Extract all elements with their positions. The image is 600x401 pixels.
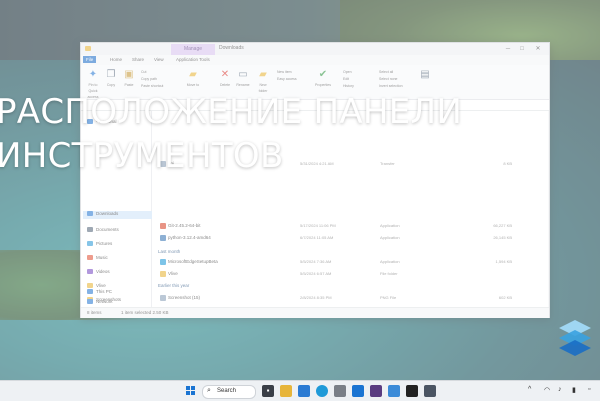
file-explorer-window: Manage Downloads ─ □ ✕ File Home Share V… — [80, 42, 550, 318]
pin-icon: ✦ — [88, 69, 98, 80]
terminal-icon[interactable] — [406, 385, 418, 397]
tab-application-tools[interactable]: Application Tools — [173, 56, 213, 63]
document-icon: ▤ — [420, 69, 430, 80]
properties-icon: ✔ — [318, 69, 328, 80]
nav-pictures[interactable]: Pictures — [87, 241, 112, 249]
windows-start-icon[interactable] — [186, 386, 196, 396]
group-header-earlier-this-year[interactable]: Earlier this year — [158, 283, 189, 288]
layers-logo-icon — [559, 320, 591, 356]
manage-context-tab[interactable]: Manage — [171, 44, 215, 55]
status-bar: 8 items 1 item selected 2.50 KB — [81, 307, 549, 318]
computer-icon — [87, 289, 93, 295]
select-none-button[interactable]: Select none — [379, 77, 398, 81]
speaker-icon[interactable]: ♪ — [558, 386, 562, 393]
file-explorer-icon[interactable] — [280, 385, 292, 397]
chevron-up-icon[interactable]: ^ — [528, 386, 531, 393]
tab-view[interactable]: View — [151, 56, 167, 63]
task-view-icon[interactable]: ▪ — [262, 385, 274, 397]
selection-info: 1 item selected 2.50 KB — [121, 310, 169, 315]
copy-icon: ❐ — [106, 69, 116, 80]
app-icon[interactable] — [424, 385, 436, 397]
network-icon — [87, 299, 93, 305]
headline-line-1: РАСПОЛОЖЕНИЕ ПАНЕЛИ — [0, 92, 463, 132]
new-folder-icon: ▰ — [259, 69, 267, 80]
group-header-last-month[interactable]: Last month — [158, 249, 180, 254]
easy-access-button[interactable]: Easy access — [277, 77, 297, 81]
wifi-icon[interactable]: ◠ — [544, 386, 550, 394]
nav-downloads[interactable]: Downloads — [83, 211, 153, 219]
music-icon — [87, 255, 93, 261]
table-row[interactable]: Screenshot (15) 2/8/2024 8:35 PM PNG Fil… — [152, 293, 548, 303]
history-button[interactable]: History — [343, 84, 354, 88]
folder-icon — [87, 283, 93, 289]
paste-icon: ▣ — [124, 69, 134, 80]
table-row[interactable]: MicrosoftEdgeSetupBeta 5/5/2024 7:36 AM … — [152, 257, 548, 267]
close-icon[interactable]: ✕ — [531, 44, 545, 54]
taskbar-search[interactable]: ⌕ Search — [202, 385, 256, 399]
tab-home[interactable]: Home — [107, 56, 125, 63]
app-icon[interactable] — [388, 385, 400, 397]
invert-selection-button[interactable]: Invert selection — [379, 84, 403, 88]
properties-button[interactable]: ✔ Properties — [315, 69, 331, 88]
minimize-icon[interactable]: ─ — [501, 44, 515, 54]
document-icon — [87, 227, 93, 233]
download-icon — [87, 211, 93, 217]
nav-music[interactable]: Music — [87, 255, 108, 263]
cut-button[interactable]: Cut — [141, 70, 146, 74]
search-icon: ⌕ — [207, 387, 211, 394]
image-file-icon — [160, 295, 166, 301]
move-to-button[interactable]: ▰ Move to — [185, 69, 201, 88]
store-icon[interactable] — [298, 385, 310, 397]
taskbar: ⌕ Search ▪ ^ ◠ ♪ ▮ ▫ — [0, 380, 600, 401]
view-document-button[interactable]: ▤ — [417, 69, 433, 82]
application-icon — [160, 235, 166, 241]
application-icon — [160, 223, 166, 229]
headline-line-2: ИНСТРУМЕНТОВ — [0, 136, 284, 176]
rename-button[interactable]: ▭ Rename — [235, 69, 251, 88]
edge-icon — [160, 259, 166, 265]
video-icon — [87, 269, 93, 275]
delete-button[interactable]: ✕ Delete — [217, 69, 233, 88]
item-count: 8 items — [87, 310, 102, 315]
tab-file[interactable]: File — [83, 56, 97, 63]
copy-path-button[interactable]: Copy path — [141, 77, 157, 81]
table-row[interactable]: Git-2.45.2-64-bit 5/17/2024 11:06 PM App… — [152, 221, 548, 231]
new-item-button[interactable]: New item — [277, 70, 292, 74]
window-title: Downloads — [219, 45, 244, 51]
app-icon[interactable] — [370, 385, 382, 397]
picture-icon — [87, 241, 93, 247]
rename-icon: ▭ — [238, 69, 248, 80]
table-row[interactable]: python-3.12.4-amd64 6/7/2024 11:05 AM Ap… — [152, 233, 548, 243]
paste-button[interactable]: ▣ Paste — [121, 69, 137, 88]
tab-share[interactable]: Share — [129, 56, 147, 63]
title-bar[interactable]: Manage Downloads ─ □ ✕ — [81, 43, 549, 55]
settings-icon[interactable] — [334, 385, 346, 397]
delete-icon: ✕ — [220, 69, 230, 80]
open-button[interactable]: Open — [343, 70, 352, 74]
nav-this-pc[interactable]: This PC — [87, 289, 112, 297]
copy-button[interactable]: ❐ Copy — [103, 69, 119, 88]
folder-icon — [85, 46, 91, 51]
edge-icon[interactable] — [316, 385, 328, 397]
edit-button[interactable]: Edit — [343, 77, 349, 81]
notification-icon[interactable]: ▫ — [588, 386, 590, 393]
maximize-icon[interactable]: □ — [515, 44, 529, 54]
headline: РАСПОЛОЖЕНИЕ ПАНЕЛИ ИНСТРУМЕНТОВ — [0, 90, 600, 178]
table-row[interactable]: Vlive 5/5/2024 6:57 AM File folder — [152, 269, 548, 279]
nav-network[interactable]: Network — [87, 299, 113, 307]
select-all-button[interactable]: Select all — [379, 70, 393, 74]
folder-icon — [160, 271, 166, 277]
nav-documents[interactable]: Documents — [87, 227, 119, 235]
nav-videos[interactable]: Videos — [87, 269, 110, 277]
move-folder-icon: ▰ — [189, 69, 197, 80]
battery-icon[interactable]: ▮ — [572, 386, 576, 394]
paste-shortcut-button[interactable]: Paste shortcut — [141, 84, 163, 88]
app-icon[interactable] — [352, 385, 364, 397]
